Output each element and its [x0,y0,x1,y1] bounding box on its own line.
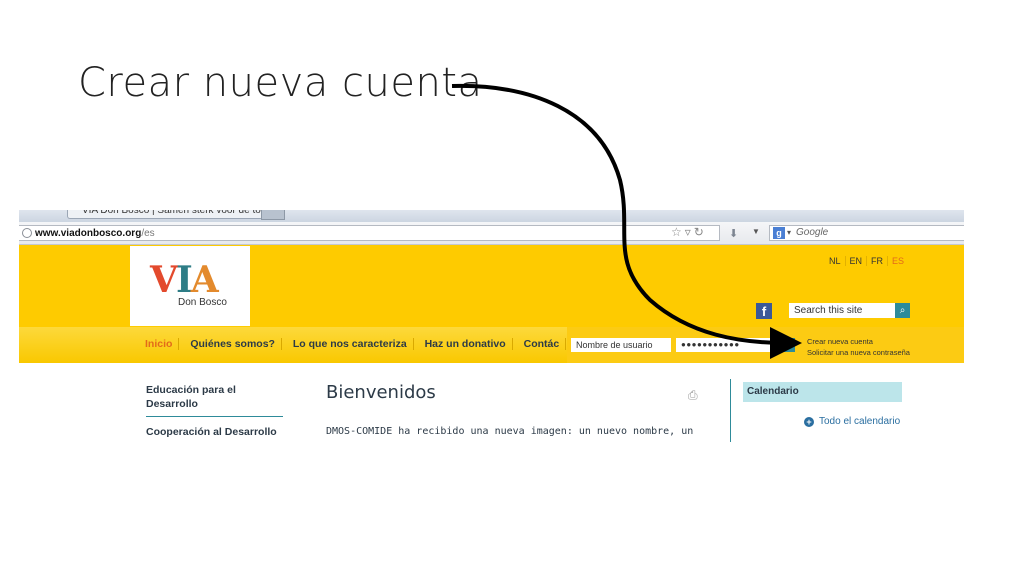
page-title: Bienvenidos [326,382,436,403]
page-content: Educación para el Desarrollo Cooperación… [19,363,964,442]
url-host: www.viadonbosco.org [35,228,142,239]
lang-nl[interactable]: NL [825,256,846,266]
google-icon[interactable]: g [773,227,785,239]
search-icon[interactable]: ⌕ [895,303,910,318]
site-search-input[interactable]: Search this site [789,303,895,318]
calendar-heading: Calendario [743,382,902,402]
intro-text: DMOS-COMIDE ha recibido una nueva imagen… [326,426,694,437]
chevron-down-icon[interactable]: ▾ [787,226,791,240]
url-field[interactable]: www.viadonbosco.org/es [19,225,720,241]
search-placeholder: Google [796,227,829,238]
calendar-link-label: Todo el calendario [819,416,901,427]
new-tab-button[interactable] [261,210,285,220]
browser-screenshot: VIA Don Bosco | Samen sterk voor de toek… [19,210,964,442]
sidebar-item-educacion[interactable]: Educación para el Desarrollo [146,383,283,417]
url-path: /es [141,228,155,239]
nav-item-contacto[interactable]: Contác [517,338,567,350]
lang-en[interactable]: EN [845,256,868,266]
lang-fr[interactable]: FR [867,256,889,266]
globe-icon [22,228,32,238]
bookmark-star-icon[interactable]: ☆▿↻ [671,225,707,239]
slide-title: Crear nueva cuenta [78,60,483,106]
lang-es[interactable]: ES [888,256,908,266]
nav-item-inicio[interactable]: Inicio [139,338,180,350]
nav-item-lo-que-nos-caracteriza[interactable]: Lo que nos caracteriza [286,338,414,350]
navigation-bar: www.viadonbosco.org/es ☆▿↻ ⬇ ▼ g ▾ Google [19,222,964,245]
chevron-down-icon[interactable]: ▼ [752,227,760,236]
password-field[interactable]: ●●●●●●●●●●● [676,338,774,352]
download-icon[interactable]: ⬇ [729,227,741,240]
login-button[interactable] [780,338,795,352]
calendar-link[interactable]: + Todo el calendario [804,416,900,427]
nav-item-haz-un-donativo[interactable]: Haz un donativo [418,338,513,350]
logo[interactable]: VIA Don Bosco [130,246,250,326]
sidebar: Educación para el Desarrollo Cooperación… [146,383,283,439]
print-icon[interactable]: ⎙ [688,388,702,402]
language-switcher: NL EN FR ES [825,256,908,266]
reset-password-link[interactable]: Solicitar una nueva contraseña [807,347,910,358]
facebook-icon[interactable]: f [756,303,772,319]
browser-tab[interactable]: VIA Don Bosco | Samen sterk voor de toek… [67,210,279,219]
plus-icon: + [804,417,814,427]
logo-mark: VIA [150,259,219,301]
sidebar-item-cooperacion[interactable]: Cooperación al Desarrollo [146,425,283,439]
site-header: VIA Don Bosco NL EN FR ES f Search this sit… [19,245,964,327]
account-links: Crear nueva cuenta Solicitar una nueva c… [807,336,910,358]
browser-search-input[interactable]: g ▾ Google [769,225,964,241]
username-field[interactable]: Nombre de usuario [571,338,671,352]
create-account-link[interactable]: Crear nueva cuenta [807,336,910,347]
column-divider [730,379,731,442]
nav-item-quienes-somos[interactable]: Quiénes somos? [184,338,282,350]
logo-subtitle: Don Bosco [178,297,227,308]
